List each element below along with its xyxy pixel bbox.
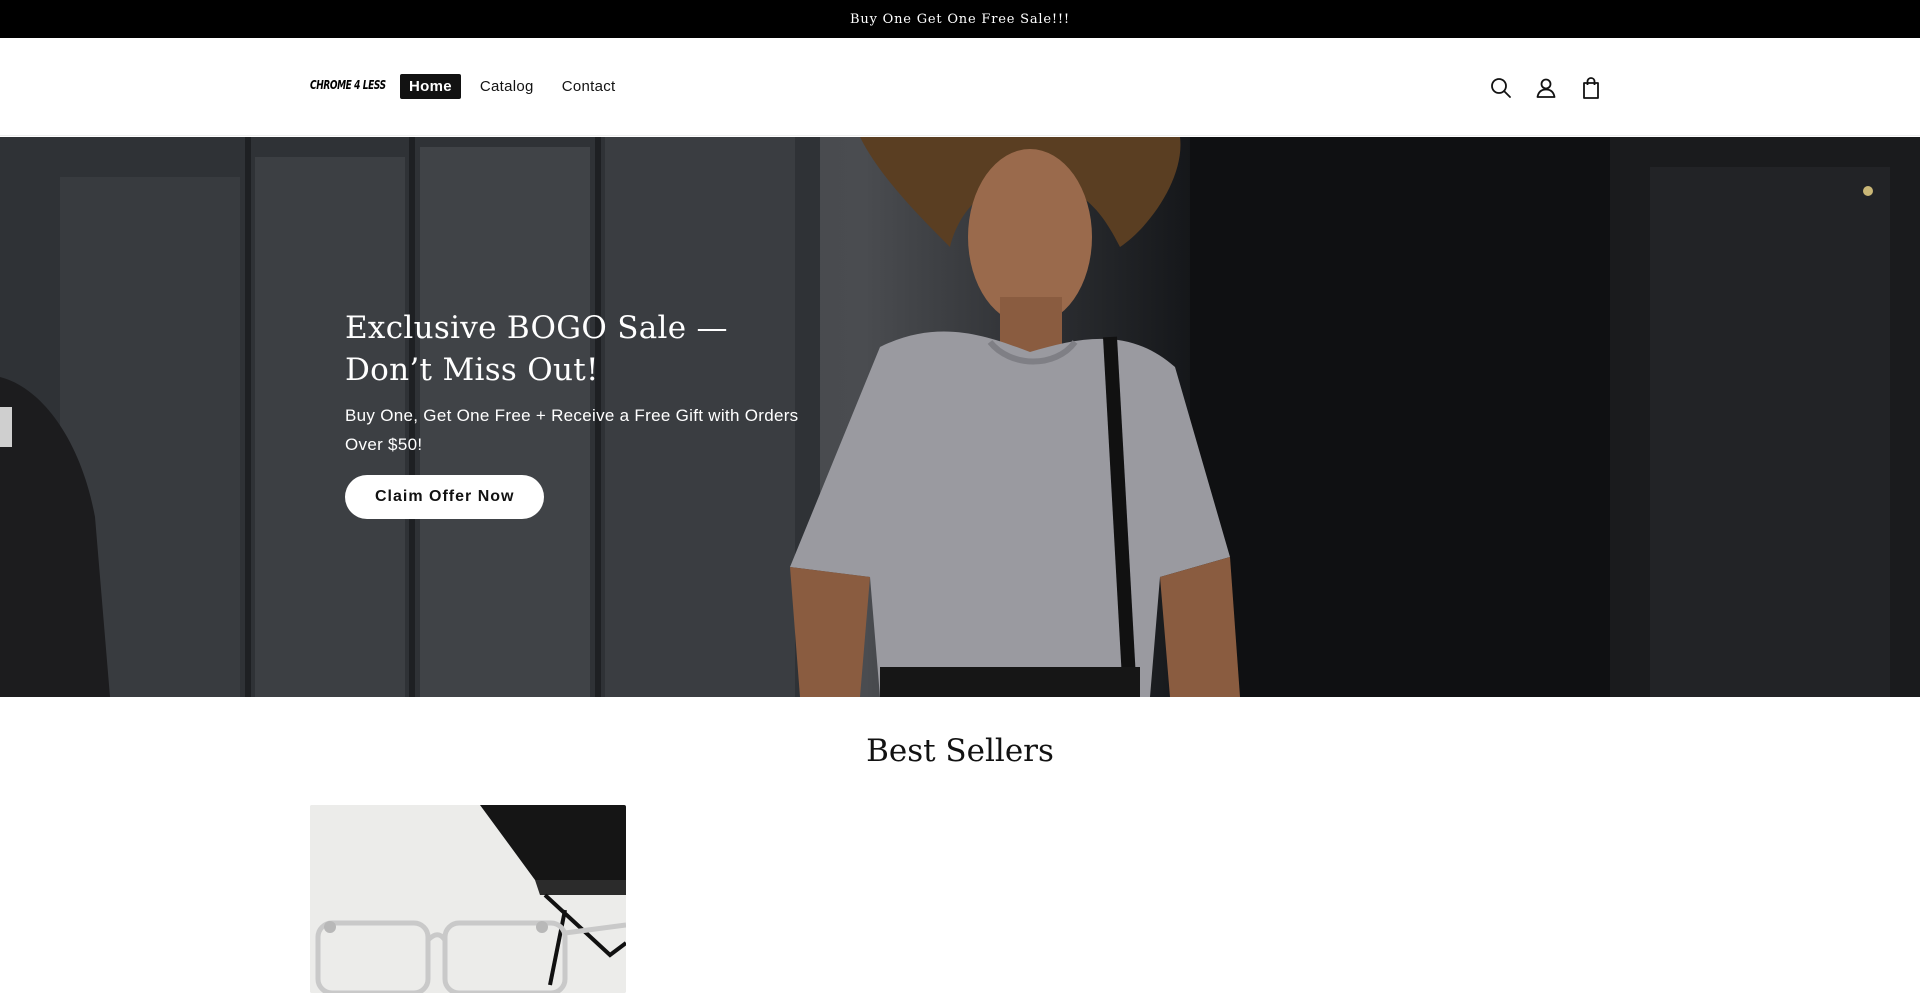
product-image (310, 805, 626, 993)
nav-item-catalog[interactable]: Catalog (471, 74, 543, 99)
announcement-text: Buy One Get One Free Sale!!! (850, 11, 1070, 27)
hero-content: Exclusive BOGO Sale — Don’t Miss Out! Bu… (345, 307, 825, 519)
main-nav: Home Catalog Contact (400, 74, 624, 99)
nav-item-contact[interactable]: Contact (553, 74, 625, 99)
cart-icon[interactable] (1578, 75, 1604, 101)
announcement-bar: Buy One Get One Free Sale!!! (0, 0, 1920, 38)
claim-offer-button[interactable]: Claim Offer Now (345, 475, 545, 519)
hero-title: Exclusive BOGO Sale — Don’t Miss Out! (345, 310, 728, 388)
hero-banner: Exclusive BOGO Sale — Don’t Miss Out! Bu… (0, 137, 1920, 697)
site-header: CHROME 4 LESS Home Catalog Contact (0, 38, 1920, 136)
product-card[interactable] (310, 805, 626, 993)
account-icon[interactable] (1533, 75, 1559, 101)
nav-item-home[interactable]: Home (400, 74, 461, 99)
hero-image (0, 137, 1920, 697)
header-icons (1488, 75, 1604, 101)
hero-subtitle: Buy One, Get One Free + Receive a Free G… (345, 406, 799, 454)
search-icon[interactable] (1488, 75, 1514, 101)
store-logo[interactable]: CHROME 4 LESS (310, 79, 386, 93)
best-sellers-title: Best Sellers (866, 733, 1054, 769)
